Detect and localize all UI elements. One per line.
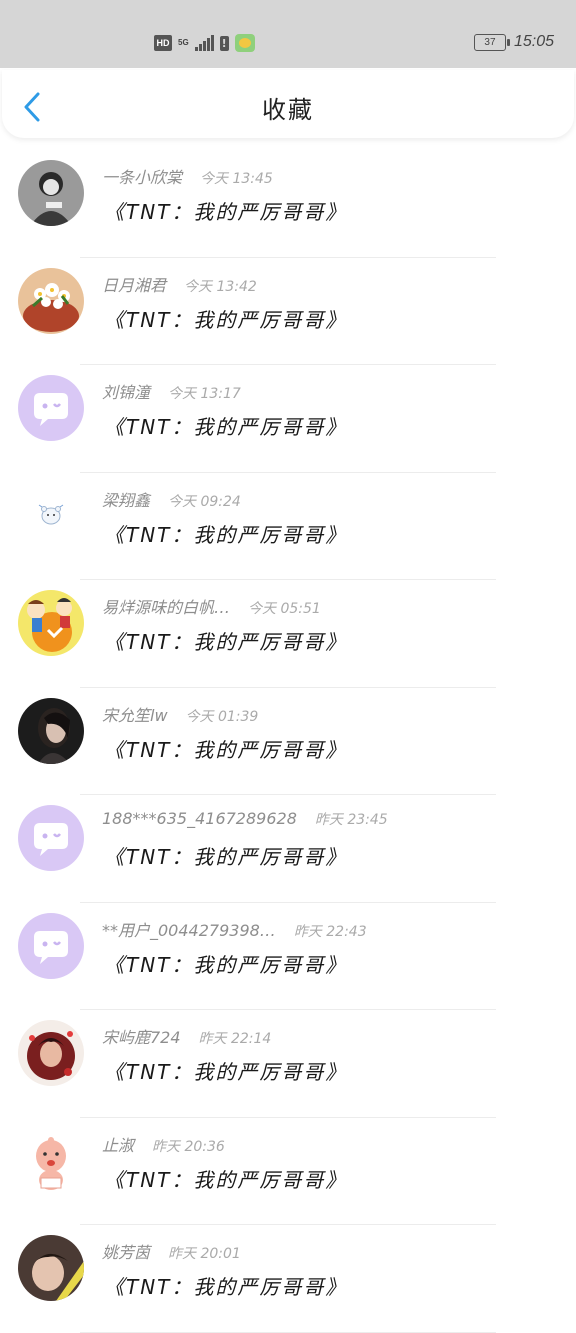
page-title: 收藏 xyxy=(262,96,314,124)
timestamp: 今天 01:39 xyxy=(185,708,259,725)
favorite-item[interactable]: 日月湘君 今天 13:42 《TNT：我的严厉哥哥》 xyxy=(0,258,576,365)
favorite-item[interactable]: 梁翔鑫 今天 09:24 《TNT：我的严厉哥哥》 xyxy=(0,473,576,580)
favorites-list: 一条小欣棠 今天 13:45 《TNT：我的严厉哥哥》 日月湘君 今天 13:42 《TN… xyxy=(0,150,576,1333)
post-title[interactable]: 《TNT：我的严厉哥哥》 xyxy=(104,196,347,225)
battery-icon: 37 xyxy=(473,33,510,51)
username: 一条小欣棠 xyxy=(102,168,183,187)
item-meta: 一条小欣棠 今天 13:45 xyxy=(102,164,273,188)
signal-icon xyxy=(194,35,214,51)
username: 梁翔鑫 xyxy=(102,490,151,510)
timestamp: 昨天 22:14 xyxy=(198,1031,272,1047)
status-icons-right: 37 15:05 xyxy=(473,33,554,51)
item-meta: 易烊源味的白帆… 今天 05:51 xyxy=(102,594,321,618)
status-bar: HD 5G 37 15:05 xyxy=(0,0,576,68)
username: 188***635_4167289628 xyxy=(102,809,297,828)
item-meta: **用户_0044279398… 昨天 22:43 xyxy=(102,917,367,941)
item-meta: 188***635_4167289628 昨天 23:45 xyxy=(102,809,388,829)
username: 宋屿鹿724 xyxy=(102,1028,181,1047)
user-avatar[interactable] xyxy=(18,912,84,979)
item-meta: 宋允笙lw 今天 01:39 xyxy=(102,702,258,726)
favorite-item[interactable]: **用户_0044279398… 昨天 22:43 《TNT：我的严厉哥哥》 xyxy=(0,903,576,1010)
network-type-label: 5G xyxy=(178,38,189,47)
post-title[interactable]: 《TNT：我的严厉哥哥》 xyxy=(104,734,347,763)
favorite-item[interactable]: 易烊源味的白帆… 今天 05:51 《TNT：我的严厉哥哥》 xyxy=(0,580,576,688)
favorite-item[interactable]: 姚芳茵 昨天 20:01 《TNT：我的严厉哥哥》 xyxy=(0,1225,576,1333)
username: 易烊源味的白帆… xyxy=(102,598,231,617)
user-avatar[interactable] xyxy=(18,160,84,226)
item-meta: 姚芳茵 昨天 20:01 xyxy=(102,1239,241,1263)
status-icons-left: HD 5G xyxy=(154,33,255,53)
timestamp: 昨天 23:45 xyxy=(314,812,388,828)
favorite-item[interactable]: 刘锦潼 今天 13:17 《TNT：我的严厉哥哥》 xyxy=(0,365,576,473)
user-avatar[interactable] xyxy=(18,1020,84,1086)
user-avatar[interactable] xyxy=(18,590,84,656)
timestamp: 今天 09:24 xyxy=(168,493,241,510)
user-avatar[interactable] xyxy=(18,697,84,764)
timestamp: 今天 13:42 xyxy=(184,278,257,295)
timestamp: 昨天 20:01 xyxy=(168,1246,241,1262)
username: 姚芳茵 xyxy=(102,1243,151,1262)
favorite-item[interactable]: 一条小欣棠 今天 13:45 《TNT：我的严厉哥哥》 xyxy=(0,150,576,258)
user-avatar[interactable] xyxy=(18,1235,84,1301)
post-title[interactable]: 《TNT：我的严厉哥哥》 xyxy=(104,626,347,655)
post-title[interactable]: 《TNT：我的严厉哥哥》 xyxy=(104,304,347,333)
post-title[interactable]: 《TNT：我的严厉哥哥》 xyxy=(104,411,347,440)
post-title[interactable]: 《TNT：我的严厉哥哥》 xyxy=(104,519,347,548)
user-avatar[interactable] xyxy=(18,1127,84,1194)
timestamp: 今天 13:17 xyxy=(168,386,241,402)
post-title[interactable]: 《TNT：我的严厉哥哥》 xyxy=(104,1271,347,1300)
timestamp: 今天 13:45 xyxy=(200,171,273,187)
username: 宋允笙lw xyxy=(102,705,168,725)
username: 止淑 xyxy=(102,1135,135,1155)
post-title[interactable]: 《TNT：我的严厉哥哥》 xyxy=(104,949,347,978)
user-avatar[interactable] xyxy=(18,375,84,441)
item-meta: 梁翔鑫 今天 09:24 xyxy=(102,487,241,511)
username: 日月湘君 xyxy=(102,275,167,295)
hd-icon: HD xyxy=(154,35,172,51)
row-divider xyxy=(80,1331,496,1333)
timestamp: 昨天 22:43 xyxy=(293,923,367,940)
user-avatar[interactable] xyxy=(18,482,84,549)
favorite-item[interactable]: 宋允笙lw 今天 01:39 《TNT：我的严厉哥哥》 xyxy=(0,688,576,795)
favorite-item[interactable]: 188***635_4167289628 昨天 23:45 《TNT：我的严厉哥哥》 xyxy=(0,795,576,903)
item-meta: 日月湘君 今天 13:42 xyxy=(102,272,257,296)
item-meta: 宋屿鹿724 昨天 22:14 xyxy=(102,1024,271,1048)
post-title[interactable]: 《TNT：我的严厉哥哥》 xyxy=(104,1056,347,1085)
user-avatar[interactable] xyxy=(18,805,84,871)
username: **用户_0044279398… xyxy=(102,920,276,940)
post-title[interactable]: 《TNT：我的严厉哥哥》 xyxy=(104,841,347,870)
clock: 15:05 xyxy=(513,33,554,50)
username: 刘锦潼 xyxy=(102,383,151,402)
item-meta: 止淑 昨天 20:36 xyxy=(102,1132,225,1156)
nav-bar: 收藏 xyxy=(2,70,574,138)
item-meta: 刘锦潼 今天 13:17 xyxy=(102,379,241,403)
sim-alert-icon xyxy=(219,35,229,51)
timestamp: 今天 05:51 xyxy=(248,601,321,617)
favorite-item[interactable]: 宋屿鹿724 昨天 22:14 《TNT：我的严厉哥哥》 xyxy=(0,1010,576,1118)
timestamp: 昨天 20:36 xyxy=(152,1138,225,1155)
post-title[interactable]: 《TNT：我的严厉哥哥》 xyxy=(104,1164,347,1193)
favorite-item[interactable]: 止淑 昨天 20:36 《TNT：我的严厉哥哥》 xyxy=(0,1118,576,1225)
app-notification-icon xyxy=(234,34,255,52)
user-avatar[interactable] xyxy=(18,267,84,334)
